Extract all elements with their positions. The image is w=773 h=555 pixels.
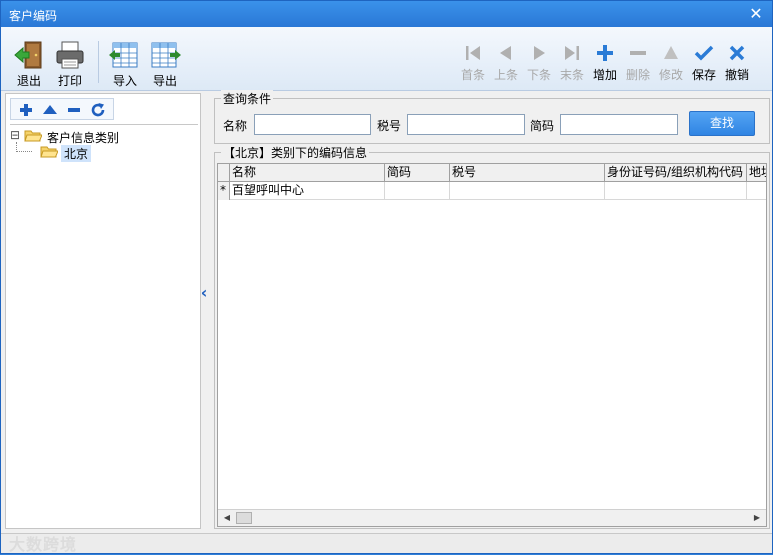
status-bar — [1, 533, 772, 553]
cancel-label: 撤销 — [724, 68, 749, 82]
tree-connector — [16, 151, 32, 152]
code-grid[interactable]: 名称 简码 税号 身份证号码/组织机构代码 地址 * 百望呼叫中心 ◀ ▶ — [217, 163, 767, 527]
tree-node-root[interactable]: ⊟ 客户信息类别 — [10, 128, 140, 145]
last-record-icon — [565, 46, 579, 60]
folder-open-icon — [40, 146, 58, 158]
export-button[interactable]: 导出 — [147, 39, 183, 89]
tax-input[interactable] — [407, 114, 525, 135]
tree-node-beijing[interactable]: 北京 — [40, 144, 100, 162]
exit-button[interactable]: 退出 — [11, 39, 47, 89]
tree-refresh-icon[interactable] — [89, 101, 107, 119]
import-button[interactable]: 导入 — [107, 39, 143, 89]
column-header[interactable]: 税号 — [450, 164, 605, 182]
row-marker: * — [218, 182, 230, 200]
tree-remove-icon[interactable] — [65, 101, 83, 119]
table-cell[interactable] — [385, 182, 450, 200]
category-tree-panel: ⊟ 客户信息类别 北京 — [5, 93, 201, 529]
tree-toolbar — [10, 98, 114, 120]
prev-record-button[interactable]: 上条 — [491, 43, 521, 83]
table-cell[interactable] — [450, 182, 605, 200]
next-record-icon — [534, 46, 545, 60]
first-record-label: 首条 — [460, 68, 485, 82]
title-bar: 客户编码 ✕ — [1, 1, 772, 27]
first-record-button[interactable]: 首条 — [458, 43, 488, 83]
tree-move-up-icon[interactable] — [41, 101, 59, 119]
last-record-label: 末条 — [559, 68, 584, 82]
tree-divider — [10, 124, 198, 125]
exit-door-icon — [14, 41, 42, 69]
save-label: 保存 — [691, 68, 716, 82]
grid-caption: 【北京】类别下的编码信息 — [221, 144, 370, 161]
table-cell[interactable]: 百望呼叫中心 — [230, 182, 385, 200]
column-header[interactable]: 简码 — [385, 164, 450, 182]
table-cell[interactable] — [605, 182, 747, 200]
first-record-icon — [466, 46, 480, 60]
table-row[interactable]: * 百望呼叫中心 — [218, 182, 766, 200]
last-record-button[interactable]: 末条 — [557, 43, 587, 83]
name-input[interactable] — [254, 114, 371, 135]
export-table-icon — [151, 42, 181, 68]
column-header[interactable]: 身份证号码/组织机构代码 — [605, 164, 747, 182]
window-title: 客户编码 — [9, 9, 58, 23]
x-cancel-icon — [729, 45, 745, 61]
toolbar: 退出 打印 导入 导出 首条 上条 下条 末条 增加 删除 修改 保存 撤销 — [1, 27, 772, 91]
delete-label: 删除 — [625, 68, 650, 82]
next-record-button[interactable]: 下条 — [524, 43, 554, 83]
tree-toggle-icon[interactable]: ⊟ — [10, 128, 20, 142]
print-button[interactable]: 打印 — [52, 39, 88, 89]
prev-record-label: 上条 — [493, 68, 518, 82]
scroll-thumb[interactable] — [236, 512, 252, 524]
plus-icon — [597, 45, 613, 61]
edit-button[interactable]: 修改 — [656, 43, 686, 83]
query-caption: 查询条件 — [221, 90, 274, 107]
search-button[interactable]: 查找 — [689, 111, 755, 136]
horizontal-scrollbar[interactable]: ◀ ▶ — [218, 509, 766, 526]
save-button[interactable]: 保存 — [689, 43, 719, 83]
folder-open-icon — [24, 130, 42, 142]
tree-add-icon[interactable] — [17, 101, 35, 119]
table-cell[interactable] — [747, 182, 766, 200]
tree-child-label: 北京 — [61, 145, 92, 162]
query-conditions-group: 查询条件 名称 税号 简码 查找 — [214, 90, 770, 144]
app-window: 客户编码 ✕ 退出 打印 导入 导出 首条 上条 下条 末条 增加 删除 修改 … — [0, 0, 773, 554]
code-input[interactable] — [560, 114, 678, 135]
row-header-corner — [218, 164, 230, 182]
export-label: 导出 — [152, 74, 177, 88]
import-table-icon — [109, 42, 138, 68]
add-button[interactable]: 增加 — [590, 43, 620, 83]
next-record-label: 下条 — [526, 68, 551, 82]
minus-icon — [630, 51, 646, 55]
column-header[interactable]: 名称 — [230, 164, 385, 182]
toolbar-separator — [98, 41, 99, 83]
code-label: 简码 — [530, 119, 555, 133]
tax-label: 税号 — [377, 119, 402, 133]
exit-label: 退出 — [16, 74, 41, 88]
collapse-panel-icon[interactable]: ‹ — [197, 283, 211, 302]
checkmark-icon — [694, 45, 714, 61]
scroll-right-icon[interactable]: ▶ — [750, 511, 764, 525]
scroll-left-icon[interactable]: ◀ — [220, 511, 234, 525]
import-label: 导入 — [112, 74, 137, 88]
name-label: 名称 — [223, 119, 248, 133]
column-header[interactable]: 地址 — [747, 164, 766, 182]
add-label: 增加 — [592, 68, 617, 82]
delete-button[interactable]: 删除 — [623, 43, 653, 83]
edit-label: 修改 — [658, 68, 683, 82]
close-button[interactable]: ✕ — [746, 4, 766, 24]
cancel-button[interactable]: 撤销 — [722, 43, 752, 83]
printer-icon — [56, 41, 84, 69]
prev-record-icon — [500, 46, 511, 60]
code-info-group: 【北京】类别下的编码信息 名称 简码 税号 身份证号码/组织机构代码 地址 * … — [214, 144, 770, 529]
watermark: 大数跨境 — [9, 535, 78, 554]
edit-triangle-icon — [664, 46, 678, 59]
grid-header: 名称 简码 税号 身份证号码/组织机构代码 地址 — [218, 164, 766, 182]
print-label: 打印 — [57, 74, 82, 88]
